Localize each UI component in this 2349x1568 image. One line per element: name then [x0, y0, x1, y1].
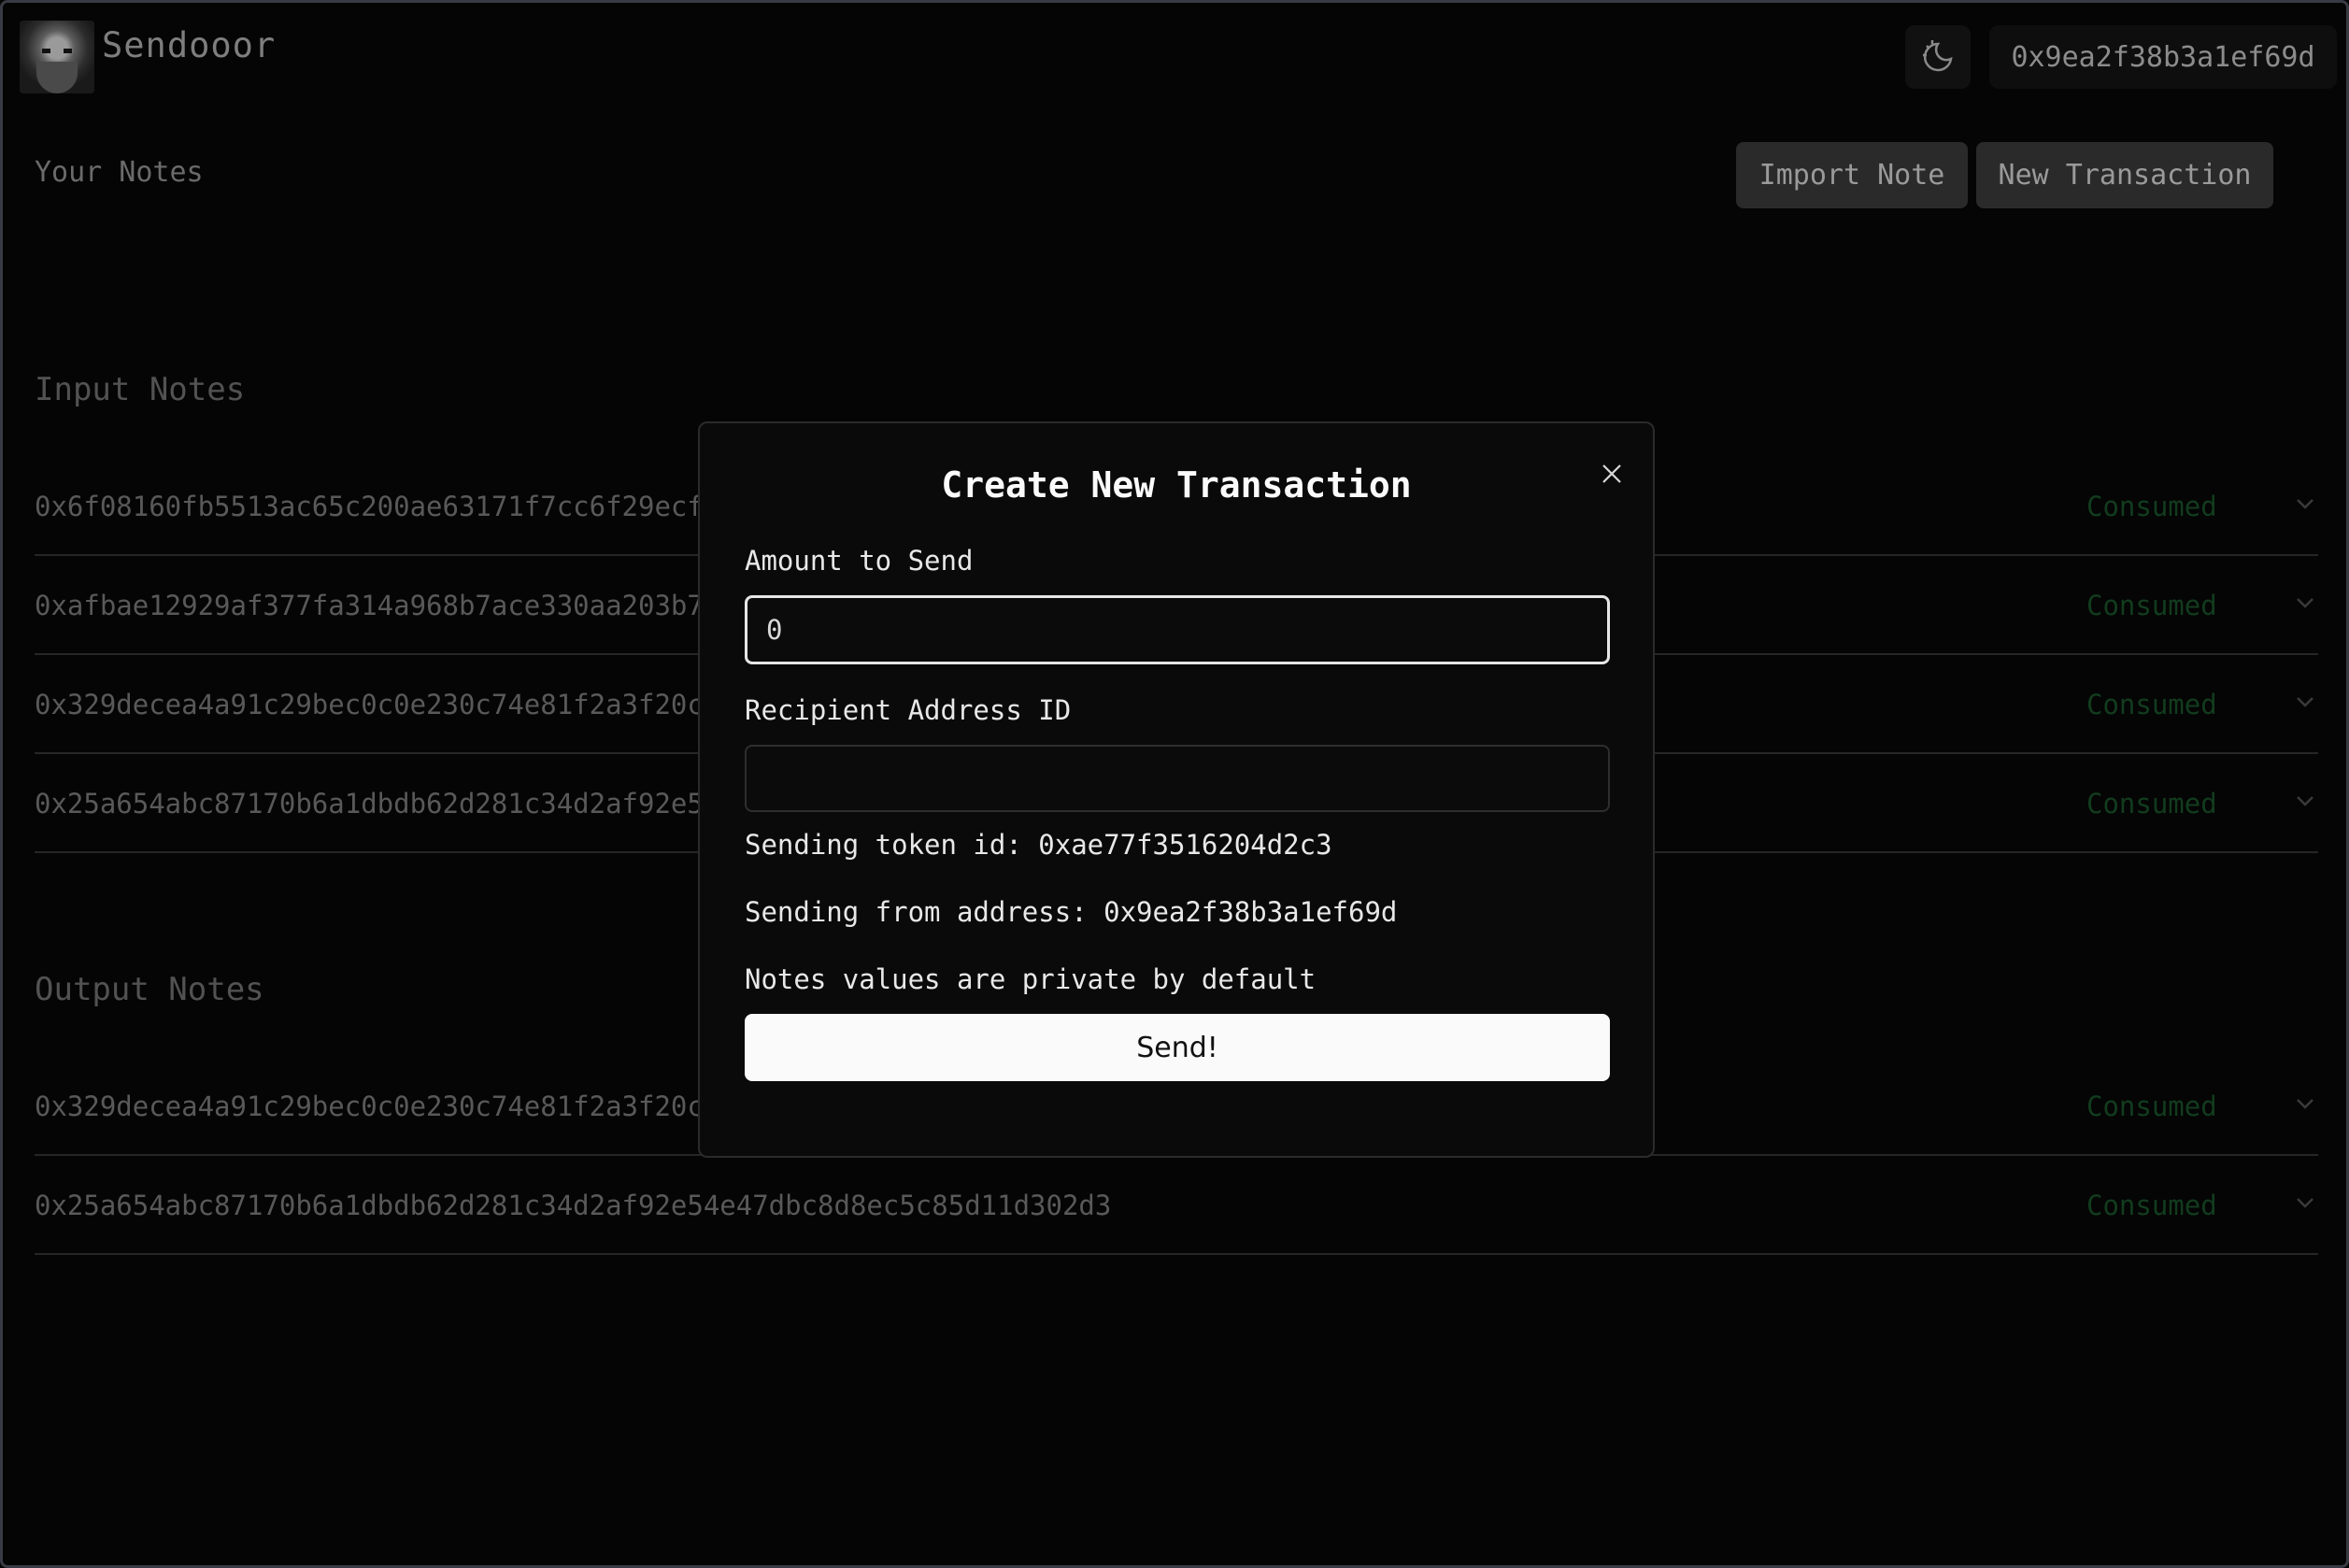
recipient-address-input[interactable] — [745, 745, 1610, 812]
note-status: Consumed — [2086, 491, 2217, 522]
note-status: Consumed — [2086, 788, 2217, 820]
note-status: Consumed — [2086, 1090, 2217, 1122]
brand-name: Sendooor — [102, 25, 277, 65]
note-id: 0x25a654abc87170b6a1dbdb62d281c34d2af92e… — [35, 788, 720, 820]
logo-eyes — [42, 49, 72, 53]
wallet-address-button[interactable]: 0x9ea2f38b3a1ef69d — [1989, 25, 2337, 89]
note-status: Consumed — [2086, 689, 2217, 720]
chevron-down-icon[interactable] — [2292, 1090, 2318, 1117]
note-id: 0x329decea4a91c29bec0c0e230c74e81f2a3f20… — [35, 689, 720, 720]
sending-token-line: Sending token id: 0xae77f3516204d2c3 — [745, 829, 1332, 861]
note-id: 0xafbae12929af377fa314a968b7ace330aa203b… — [35, 590, 720, 621]
chevron-down-icon[interactable] — [2292, 491, 2318, 517]
page-title: Your Notes — [35, 156, 204, 189]
logo-beard — [36, 62, 78, 93]
note-status: Consumed — [2086, 590, 2217, 621]
input-notes-heading: Input Notes — [35, 371, 246, 408]
create-transaction-modal: Create New Transaction Amount to Send Re… — [698, 421, 1655, 1158]
note-id: 0x25a654abc87170b6a1dbdb62d281c34d2af92e… — [35, 1190, 1112, 1221]
chevron-down-icon[interactable] — [2292, 1190, 2318, 1216]
note-status: Consumed — [2086, 1190, 2217, 1221]
close-button[interactable] — [1595, 457, 1629, 491]
chevron-down-icon[interactable] — [2292, 590, 2318, 616]
recipient-label: Recipient Address ID — [745, 694, 1072, 726]
app-window: Sendooor 0x9ea2f38b3a1ef69d Your Notes I… — [0, 0, 2349, 1568]
output-notes-heading: Output Notes — [35, 971, 264, 1008]
note-id: 0x329decea4a91c29bec0c0e230c74e81f2a3f20… — [35, 1090, 720, 1122]
note-id: 0x6f08160fb5513ac65c200ae63171f7cc6f29ec… — [35, 491, 720, 522]
chevron-down-icon[interactable] — [2292, 689, 2318, 715]
amount-label: Amount to Send — [745, 545, 974, 577]
chevron-down-icon[interactable] — [2292, 788, 2318, 814]
privacy-note: Notes values are private by default — [745, 963, 1317, 995]
new-transaction-button[interactable]: New Transaction — [1976, 142, 2273, 208]
amount-input[interactable] — [745, 595, 1610, 664]
sending-from-line: Sending from address: 0x9ea2f38b3a1ef69d — [745, 896, 1398, 928]
moon-sun-icon — [1923, 40, 1953, 72]
theme-toggle-button[interactable] — [1905, 25, 1971, 89]
output-note-row[interactable]: 0x25a654abc87170b6a1dbdb62d281c34d2af92e… — [35, 1156, 2318, 1255]
import-note-button[interactable]: Import Note — [1736, 142, 1968, 208]
modal-title: Create New Transaction — [941, 464, 1412, 506]
app-logo — [20, 21, 94, 93]
send-button[interactable]: Send! — [745, 1014, 1610, 1081]
close-icon — [1602, 464, 1621, 483]
